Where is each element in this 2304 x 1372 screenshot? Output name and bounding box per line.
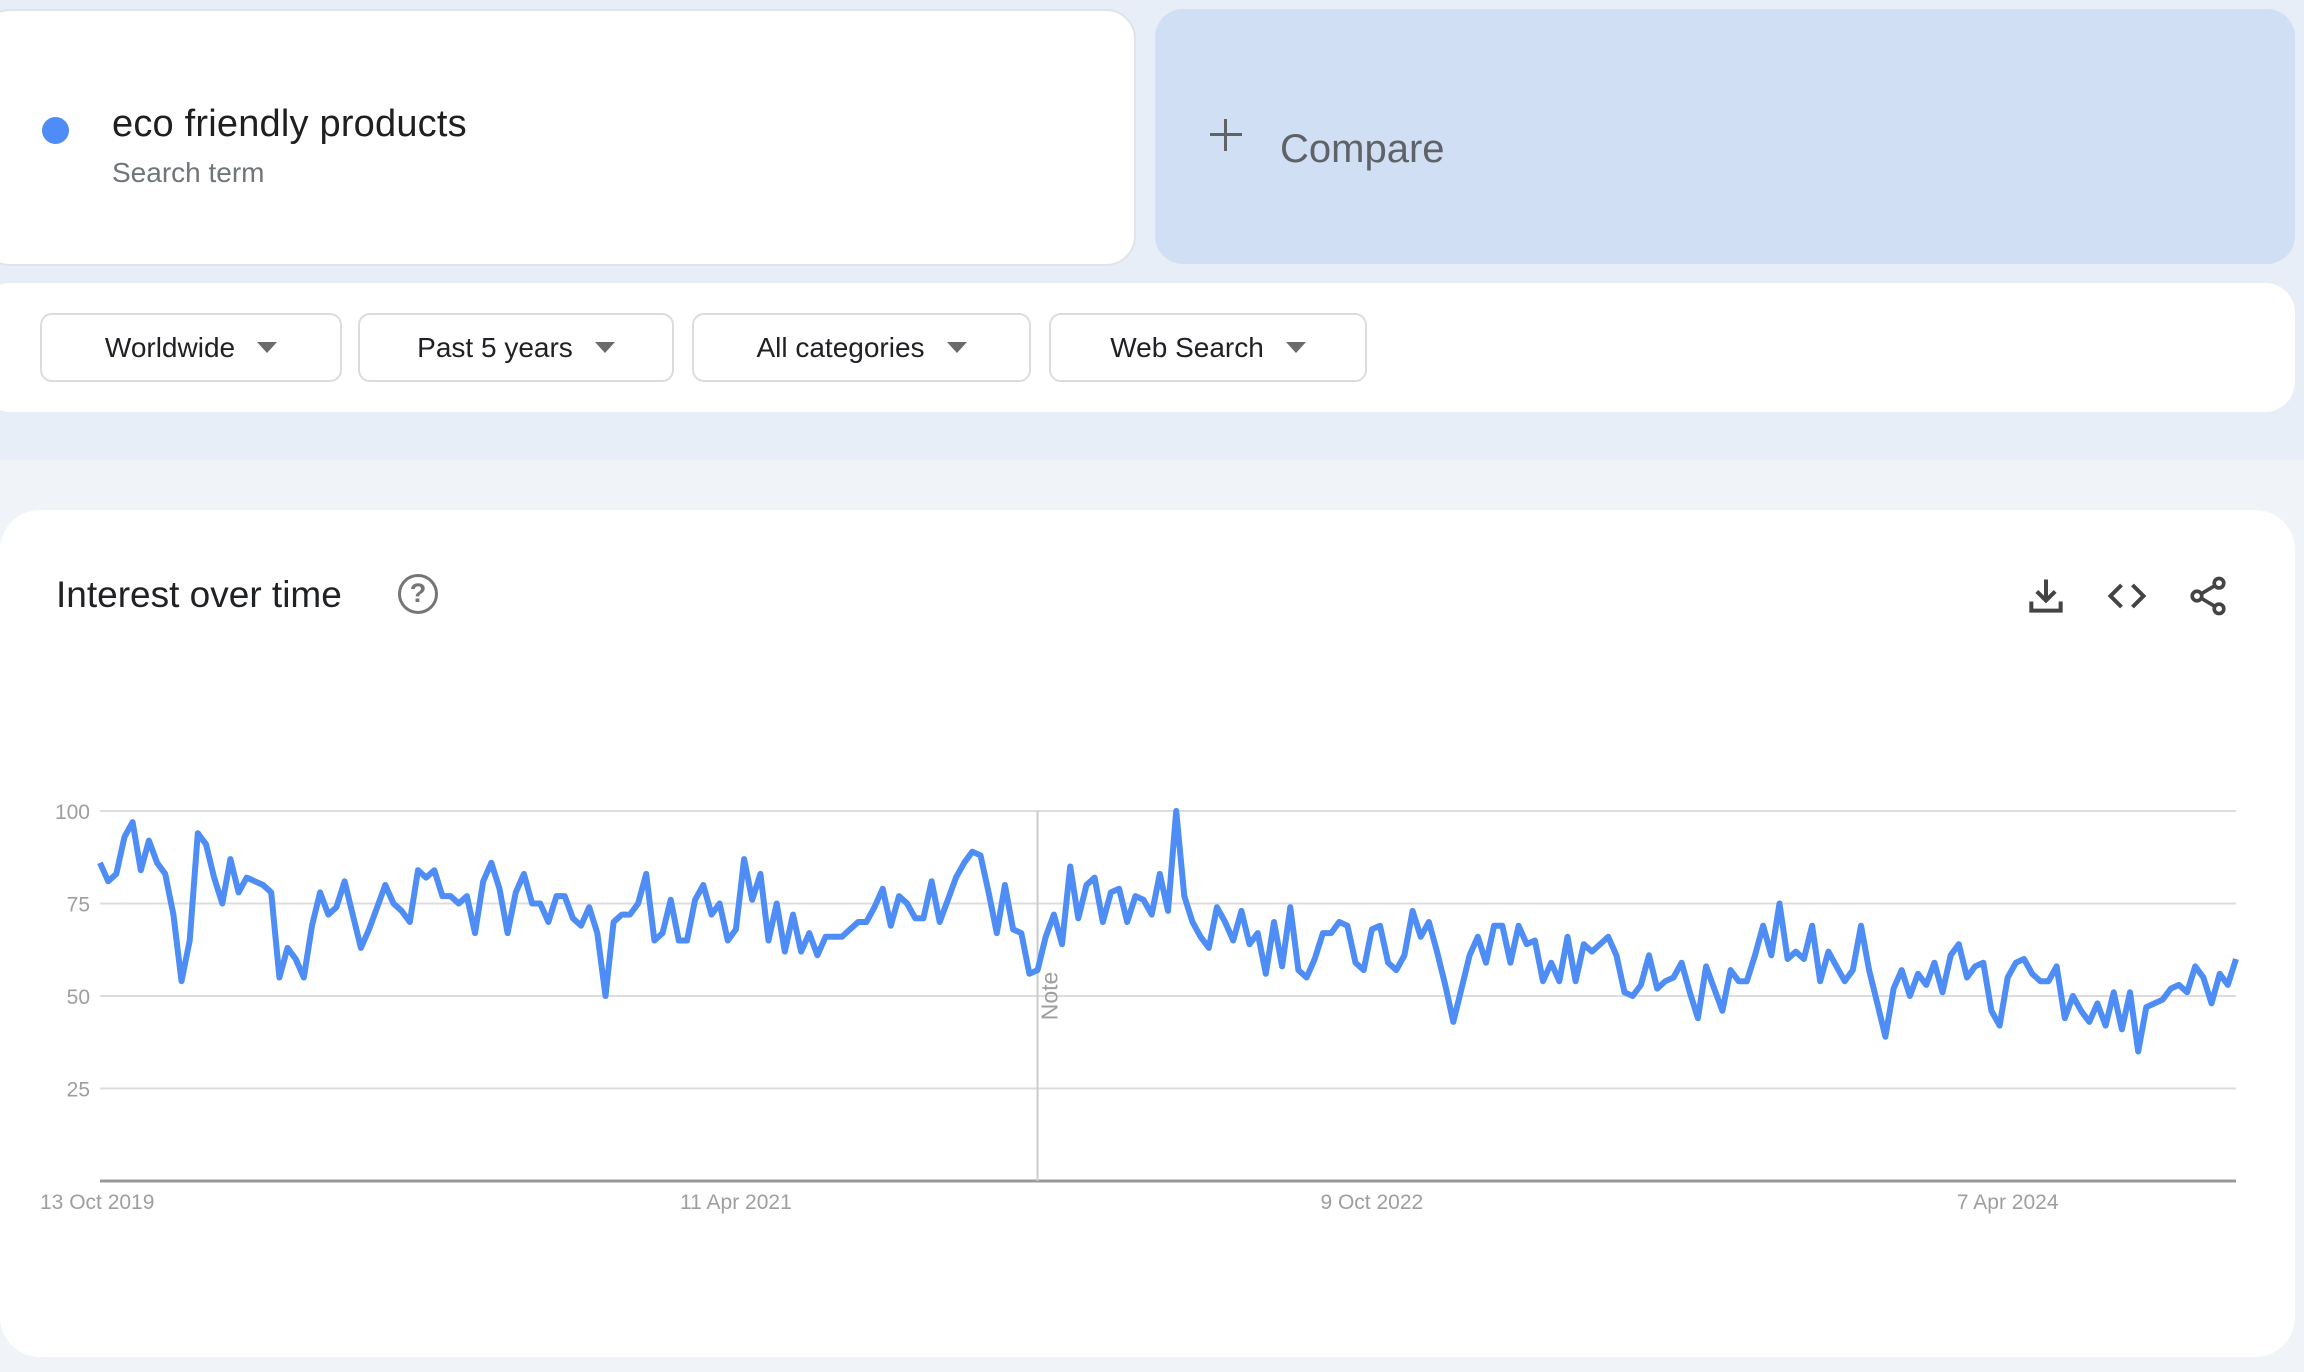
y-tick-label: 100	[55, 801, 90, 824]
y-tick-label: 50	[67, 986, 90, 1009]
interest-line-chart: 100 75 50 25 13 Oct 2019 11 Apr 2021 9 Oct 20…	[40, 801, 2239, 1214]
x-tick-label: 13 Oct 2019	[40, 1191, 154, 1214]
series-line[interactable]	[97, 808, 2239, 1055]
note-label[interactable]: Note	[1037, 972, 1063, 1021]
x-tick-label: 11 Apr 2021	[680, 1191, 792, 1214]
x-tick-label: 7 Apr 2024	[1957, 1191, 2059, 1214]
y-tick-label: 25	[67, 1079, 90, 1102]
y-tick-label: 75	[67, 894, 90, 917]
x-tick-label: 9 Oct 2022	[1320, 1191, 1423, 1214]
